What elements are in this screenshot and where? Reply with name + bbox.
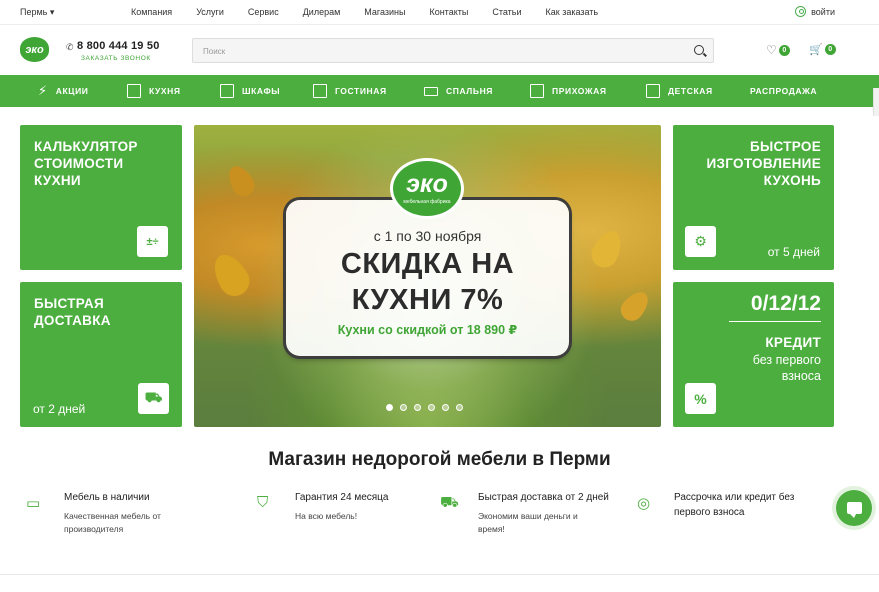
- topnav-contacts[interactable]: Контакты: [429, 7, 468, 17]
- tile-title: БЫСТРОЕ ИЗГОТОВЛЕНИЕ КУХОНЬ: [706, 139, 821, 188]
- truck-icon: ⛟: [440, 494, 459, 511]
- tile-title: КАЛЬКУЛЯТОР СТОИМОСТИ КУХНИ: [34, 139, 138, 188]
- promo-dates: с 1 по 30 ноября: [373, 228, 482, 244]
- slider-dot[interactable]: [442, 404, 449, 411]
- bed-icon: [424, 86, 438, 96]
- cat-sale[interactable]: РАСПРОДАЖА: [750, 75, 817, 107]
- promo-line-2: КУХНИ 7%: [351, 284, 504, 316]
- search-input[interactable]: Поиск: [192, 38, 714, 63]
- cat-hallway[interactable]: ПРИХОЖАЯ: [530, 75, 607, 107]
- living-room-icon: [313, 84, 327, 98]
- top-bar: Пермь ▾ Компания Услуги Сервис Дилерам М…: [0, 0, 879, 25]
- banner-logo: эко мебельная фабрика: [390, 158, 464, 219]
- calculator-icon: ±÷: [137, 226, 168, 257]
- tile-subtitle: без первого взноса: [752, 353, 821, 383]
- cart-button[interactable]: 🛒 0: [809, 43, 836, 56]
- slider-dot[interactable]: [456, 404, 463, 411]
- topnav-service[interactable]: Сервис: [248, 7, 279, 17]
- slider-dot[interactable]: [414, 404, 421, 411]
- favorites-count-badge: 0: [778, 44, 790, 56]
- city-selector[interactable]: Пермь ▾: [20, 7, 54, 18]
- fast-delivery-tile[interactable]: БЫСТРАЯ ДОСТАВКА от 2 дней ⛟: [20, 282, 182, 427]
- phone-icon: ✆: [66, 42, 74, 52]
- tile-title: КРЕДИТ: [765, 335, 821, 350]
- slider-dot[interactable]: [400, 404, 407, 411]
- coins-icon: ◎: [637, 495, 651, 512]
- wallet-icon: ▭: [26, 495, 41, 512]
- credit-tile[interactable]: 0/12/12 КРЕДИТ без первого взноса %: [673, 282, 834, 427]
- tile-subtitle: от 5 дней: [767, 245, 820, 259]
- cat-promo[interactable]: ⚡ АКЦИИ: [38, 75, 89, 107]
- category-nav: ⚡ АКЦИИ КУХНЯ ШКАФЫ ГОСТИНАЯ СПАЛЬНЯ ПРИХ…: [0, 75, 879, 107]
- slider-dot[interactable]: [386, 404, 393, 411]
- page-title: Магазин недорогой мебели в Перми: [268, 449, 611, 470]
- favorites-button[interactable]: ♡ 0: [766, 43, 790, 57]
- cart-icon: 🛒: [809, 44, 823, 56]
- credit-terms: 0/12/12: [750, 292, 821, 315]
- delivery-truck-icon: ⛟: [138, 383, 169, 414]
- cat-wardrobes[interactable]: ШКАФЫ: [220, 75, 280, 107]
- promo-banner[interactable]: с 1 по 30 ноября СКИДКА НА КУХНИ 7% Кухн…: [194, 125, 661, 427]
- divider: [0, 574, 879, 575]
- tile-title: БЫСТРАЯ ДОСТАВКА: [34, 296, 111, 328]
- site-logo[interactable]: эко: [20, 37, 49, 62]
- login-link[interactable]: войти: [795, 6, 835, 17]
- topnav-company[interactable]: Компания: [131, 7, 172, 17]
- topnav-how-to-order[interactable]: Как заказать: [546, 7, 599, 17]
- cat-bedroom[interactable]: СПАЛЬНЯ: [424, 75, 493, 107]
- callback-link[interactable]: ЗАКАЗАТЬ ЗВОНОК: [81, 55, 151, 62]
- promo-line-1: СКИДКА НА: [340, 248, 515, 280]
- cat-living-room[interactable]: ГОСТИНАЯ: [313, 75, 387, 107]
- slider-dots: [386, 404, 463, 411]
- topnav-services[interactable]: Услуги: [196, 7, 224, 17]
- fast-production-tile[interactable]: БЫСТРОЕ ИЗГОТОВЛЕНИЕ КУХОНЬ ⚙ от 5 дней: [673, 125, 834, 270]
- kitchen-icon: [127, 84, 141, 98]
- search-icon[interactable]: [694, 45, 704, 55]
- phone-number[interactable]: 8 800 444 19 50: [77, 40, 160, 52]
- cart-count-badge: 0: [824, 44, 836, 55]
- chat-button[interactable]: [836, 490, 872, 526]
- chevron-down-icon: ▾: [49, 7, 55, 17]
- user-icon: [795, 6, 807, 17]
- percent-icon: %: [685, 383, 716, 414]
- wardrobe-icon: [220, 84, 234, 98]
- lightning-icon: ⚡: [38, 83, 48, 98]
- divider: [729, 321, 821, 322]
- hallway-icon: [530, 84, 544, 98]
- cat-kitchen[interactable]: КУХНЯ: [127, 75, 181, 107]
- topnav-dealers[interactable]: Дилерам: [303, 7, 341, 17]
- chat-icon: [846, 502, 862, 518]
- topnav-articles[interactable]: Статьи: [492, 7, 521, 17]
- slider-dot[interactable]: [428, 404, 435, 411]
- heart-icon: ♡: [766, 43, 777, 57]
- kitchen-calculator-tile[interactable]: КАЛЬКУЛЯТОР СТОИМОСТИ КУХНИ ±÷: [20, 125, 182, 270]
- shield-check-icon: ⛉: [257, 494, 269, 511]
- cat-kids[interactable]: ДЕТСКАЯ: [646, 75, 713, 107]
- top-nav: Компания Услуги Сервис Дилерам Магазины …: [131, 7, 622, 17]
- tile-subtitle: от 2 дней: [33, 402, 86, 416]
- side-widget: [873, 88, 879, 116]
- promo-price: Кухни со скидкой от 18 890 ₽: [337, 323, 518, 337]
- promo-panel: с 1 по 30 ноября СКИДКА НА КУХНИ 7% Кухн…: [286, 200, 569, 356]
- kids-bed-icon: [646, 84, 660, 98]
- topnav-stores[interactable]: Магазины: [364, 7, 405, 17]
- gear-icon: ⚙: [685, 226, 716, 257]
